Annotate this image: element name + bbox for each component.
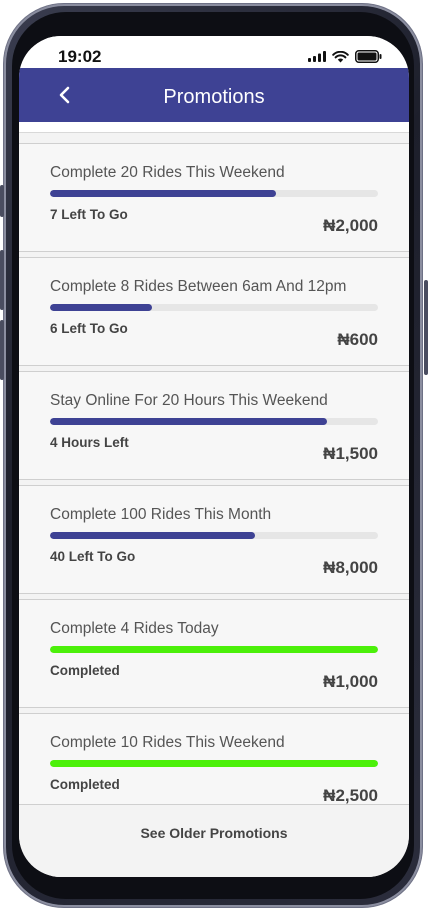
promotion-progress-bar <box>50 190 378 197</box>
footer: See Older Promotions <box>19 804 409 877</box>
promotion-progress-fill <box>50 190 277 197</box>
promotion-progress-fill <box>50 646 378 653</box>
promotion-progress-bar <box>50 304 378 311</box>
signal-icon <box>308 51 326 62</box>
list-top-divider <box>19 122 409 133</box>
promotion-reward: ₦1,500 <box>323 444 378 463</box>
promotion-progress-fill <box>50 532 255 539</box>
promotion-title: Complete 20 Rides This Weekend <box>50 164 285 181</box>
promotion-progress-bar <box>50 646 378 653</box>
promotion-card[interactable]: Complete 100 Rides This Month 40 Left To … <box>19 485 409 594</box>
promotion-title: Stay Online For 20 Hours This Weekend <box>50 392 328 409</box>
promotion-status: Completed <box>50 663 120 678</box>
promotion-progress-fill <box>50 304 152 311</box>
promotion-card[interactable]: Complete 4 Rides Today Completed ₦1,000 <box>19 599 409 708</box>
volume-down-button <box>0 320 4 380</box>
app-header: Promotions <box>19 68 409 122</box>
promotion-reward: ₦2,500 <box>323 786 378 804</box>
promotion-progress-fill <box>50 760 378 767</box>
promotion-reward: ₦600 <box>337 330 378 349</box>
see-older-promotions-link[interactable]: See Older Promotions <box>19 825 409 841</box>
back-button[interactable] <box>49 80 79 110</box>
promotion-progress-bar <box>50 532 378 539</box>
promotion-cards: Complete 20 Rides This Weekend 7 Left To … <box>19 143 409 804</box>
promotion-progress-bar <box>50 760 378 767</box>
status-bar: 19:02 <box>19 36 409 68</box>
status-time: 19:02 <box>58 47 102 66</box>
promotion-title: Complete 100 Rides This Month <box>50 506 272 523</box>
promotion-card[interactable]: Stay Online For 20 Hours This Weekend 4 H… <box>19 371 409 480</box>
promotion-title: Complete 10 Rides This Weekend <box>50 734 285 751</box>
promotion-title: Complete 8 Rides Between 6am And 12pm <box>50 278 347 295</box>
promotion-status: 40 Left To Go <box>50 549 136 564</box>
promotion-status: 7 Left To Go <box>50 207 128 222</box>
volume-up-button <box>0 250 4 310</box>
promotion-card[interactable]: Complete 10 Rides This Weekend Completed ₦… <box>19 713 409 804</box>
promotion-progress-bar <box>50 418 378 425</box>
promotion-reward: ₦1,000 <box>323 672 378 691</box>
promotion-reward: ₦2,000 <box>323 216 378 235</box>
mute-switch <box>0 185 4 217</box>
status-icons <box>308 50 382 63</box>
promotion-status: 6 Left To Go <box>50 321 128 336</box>
promotion-progress-fill <box>50 418 328 425</box>
promotions-list[interactable]: Complete 20 Rides This Weekend 7 Left To … <box>19 122 409 804</box>
chevron-left-icon <box>59 86 70 104</box>
promotion-card[interactable]: Complete 8 Rides Between 6am And 12pm 6 L… <box>19 257 409 366</box>
battery-icon <box>355 50 382 63</box>
promotion-card[interactable]: Complete 20 Rides This Weekend 7 Left To … <box>19 143 409 252</box>
promotion-status: Completed <box>50 777 120 792</box>
promotion-title: Complete 4 Rides Today <box>50 620 219 637</box>
promotion-reward: ₦8,000 <box>323 558 378 577</box>
promotion-status: 4 Hours Left <box>50 435 129 450</box>
power-button <box>424 280 428 375</box>
wifi-icon <box>332 50 349 62</box>
app-screen: 19:02 Promotions Complete 20 Rides This … <box>19 36 409 877</box>
